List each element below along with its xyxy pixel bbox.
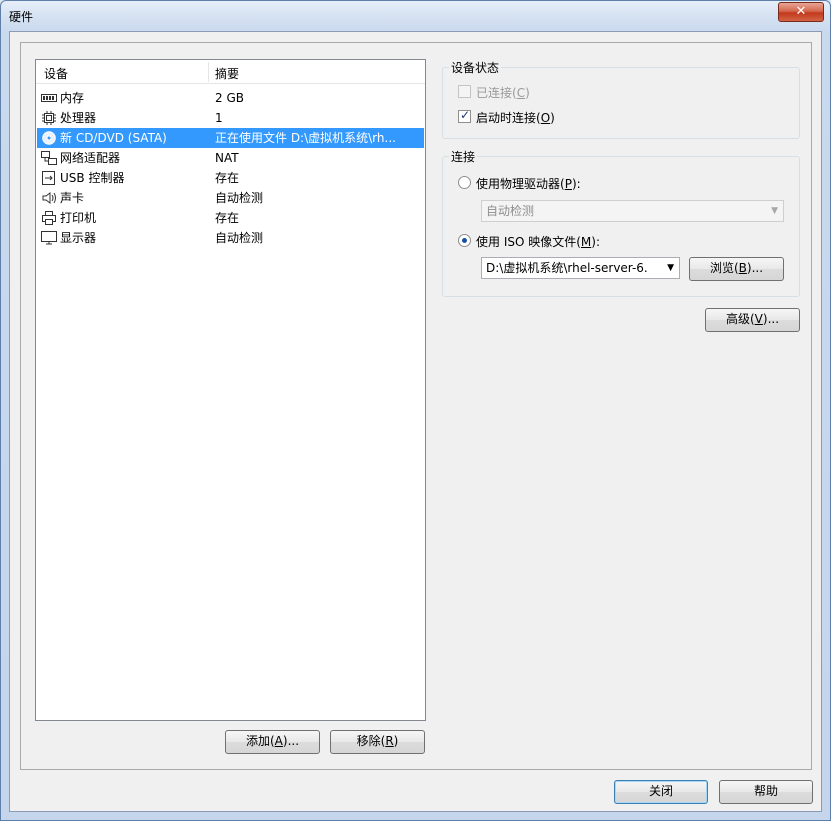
memory-icon: [41, 94, 57, 102]
device-name: 声卡: [60, 191, 85, 205]
physical-drive-label[interactable]: 使用物理驱动器(P):: [476, 175, 581, 192]
iso-path-combo[interactable]: D:\虚拟机系统\rhel-server-6. ▼: [481, 257, 680, 279]
remove-button-label: 移除: [356, 734, 381, 748]
device-row-processor[interactable]: 处理器 1: [37, 108, 424, 128]
device-list-header: 设备 摘要: [36, 60, 425, 84]
device-row-printer[interactable]: 打印机 存在: [37, 208, 424, 228]
device-row-cd-dvd[interactable]: 新 CD/DVD (SATA) 正在使用文件 D:\虚拟机系统\rh...: [37, 128, 424, 148]
column-header-device[interactable]: 设备: [44, 65, 68, 82]
add-button-mnemonic: A: [274, 734, 283, 748]
printer-icon: [42, 211, 56, 225]
dialog-client-area: 设备 摘要 内存 2 GB 处理器 1 新 CD/DVD (SATA) 正在使用…: [9, 31, 822, 812]
device-name: 新 CD/DVD (SATA): [60, 131, 167, 145]
device-summary: 自动检测: [215, 191, 264, 205]
device-row-display[interactable]: 显示器 自动检测: [37, 228, 424, 248]
device-name: USB 控制器: [60, 171, 125, 185]
help-button[interactable]: 帮助: [719, 780, 813, 804]
iso-file-label[interactable]: 使用 ISO 映像文件(M):: [476, 233, 600, 250]
processor-icon: [42, 111, 56, 125]
iso-path-value: D:\虚拟机系统\rhel-server-6.: [486, 261, 648, 275]
device-name: 显示器: [60, 231, 97, 245]
connect-at-power-on-label[interactable]: 启动时连接(O): [476, 109, 555, 126]
device-row-memory[interactable]: 内存 2 GB: [37, 88, 424, 108]
connect-at-power-on-checkbox[interactable]: ✓: [458, 108, 471, 123]
connected-label[interactable]: 已连接(C): [476, 84, 530, 101]
device-status-title: 设备状态: [449, 59, 502, 76]
hardware-panel: 设备 摘要 内存 2 GB 处理器 1 新 CD/DVD (SATA) 正在使用…: [20, 42, 812, 770]
cd-dvd-icon: [42, 131, 56, 145]
device-name: 处理器: [60, 111, 97, 125]
device-row-network-adapter[interactable]: 网络适配器 NAT: [37, 148, 424, 168]
device-list[interactable]: 设备 摘要 内存 2 GB 处理器 1 新 CD/DVD (SATA) 正在使用…: [35, 59, 426, 721]
add-button-suffix: )...: [282, 734, 300, 748]
column-header-summary[interactable]: 摘要: [215, 65, 239, 82]
physical-drive-dropdown-value: 自动检测: [486, 204, 535, 218]
device-summary: 自动检测: [215, 231, 264, 245]
iso-file-radio[interactable]: [458, 234, 471, 247]
sound-card-icon: [42, 192, 56, 204]
add-button[interactable]: 添加(A)...: [225, 730, 320, 754]
connection-group: 连接 使用物理驱动器(P): 自动检测 ▼ 使用 ISO 映像文件(M): D:…: [442, 148, 800, 297]
remove-button[interactable]: 移除(R): [330, 730, 425, 754]
advanced-button[interactable]: 高级(V)...: [705, 308, 800, 332]
device-summary: 存在: [215, 171, 240, 185]
chevron-down-icon: ▼: [771, 206, 778, 216]
usb-icon: [42, 171, 55, 185]
device-name: 打印机: [60, 211, 97, 225]
remove-button-mnemonic: R: [385, 734, 394, 748]
checkmark-icon: ✓: [460, 108, 471, 122]
window-close-button[interactable]: ✕: [778, 2, 824, 22]
device-status-group: 设备状态 已连接(C) ✓ 启动时连接(O): [442, 59, 800, 139]
physical-drive-radio[interactable]: [458, 176, 471, 189]
browse-button[interactable]: 浏览(B)...: [689, 257, 784, 281]
close-button[interactable]: 关闭: [614, 780, 708, 804]
device-summary: 存在: [215, 211, 240, 225]
window-title: 硬件: [9, 10, 34, 24]
remove-button-suffix: ): [393, 734, 399, 748]
device-summary: 1: [215, 111, 223, 125]
connection-title: 连接: [449, 148, 478, 165]
device-summary: 正在使用文件 D:\虚拟机系统\rh...: [215, 131, 396, 145]
physical-drive-dropdown[interactable]: 自动检测 ▼: [481, 200, 784, 222]
connected-checkbox[interactable]: [458, 85, 471, 98]
device-row-usb-controller[interactable]: USB 控制器 存在: [37, 168, 424, 188]
column-separator[interactable]: [208, 62, 209, 82]
network-adapter-icon: [41, 151, 57, 165]
device-summary: NAT: [215, 151, 239, 165]
display-icon: [41, 231, 57, 245]
close-icon: ✕: [795, 4, 807, 19]
device-summary: 2 GB: [215, 91, 244, 105]
device-name: 网络适配器: [60, 151, 121, 165]
hardware-dialog: 硬件 ✕ 设备 摘要 内存 2 GB 处理器 1 新 CD/DVD (SATA)…: [0, 0, 831, 821]
radio-selected-dot: [462, 238, 467, 243]
add-button-label: 添加: [245, 734, 270, 748]
device-row-sound-card[interactable]: 声卡 自动检测: [37, 188, 424, 208]
device-name: 内存: [60, 91, 85, 105]
chevron-down-icon: ▼: [664, 258, 674, 278]
title-bar[interactable]: 硬件 ✕: [1, 1, 830, 31]
